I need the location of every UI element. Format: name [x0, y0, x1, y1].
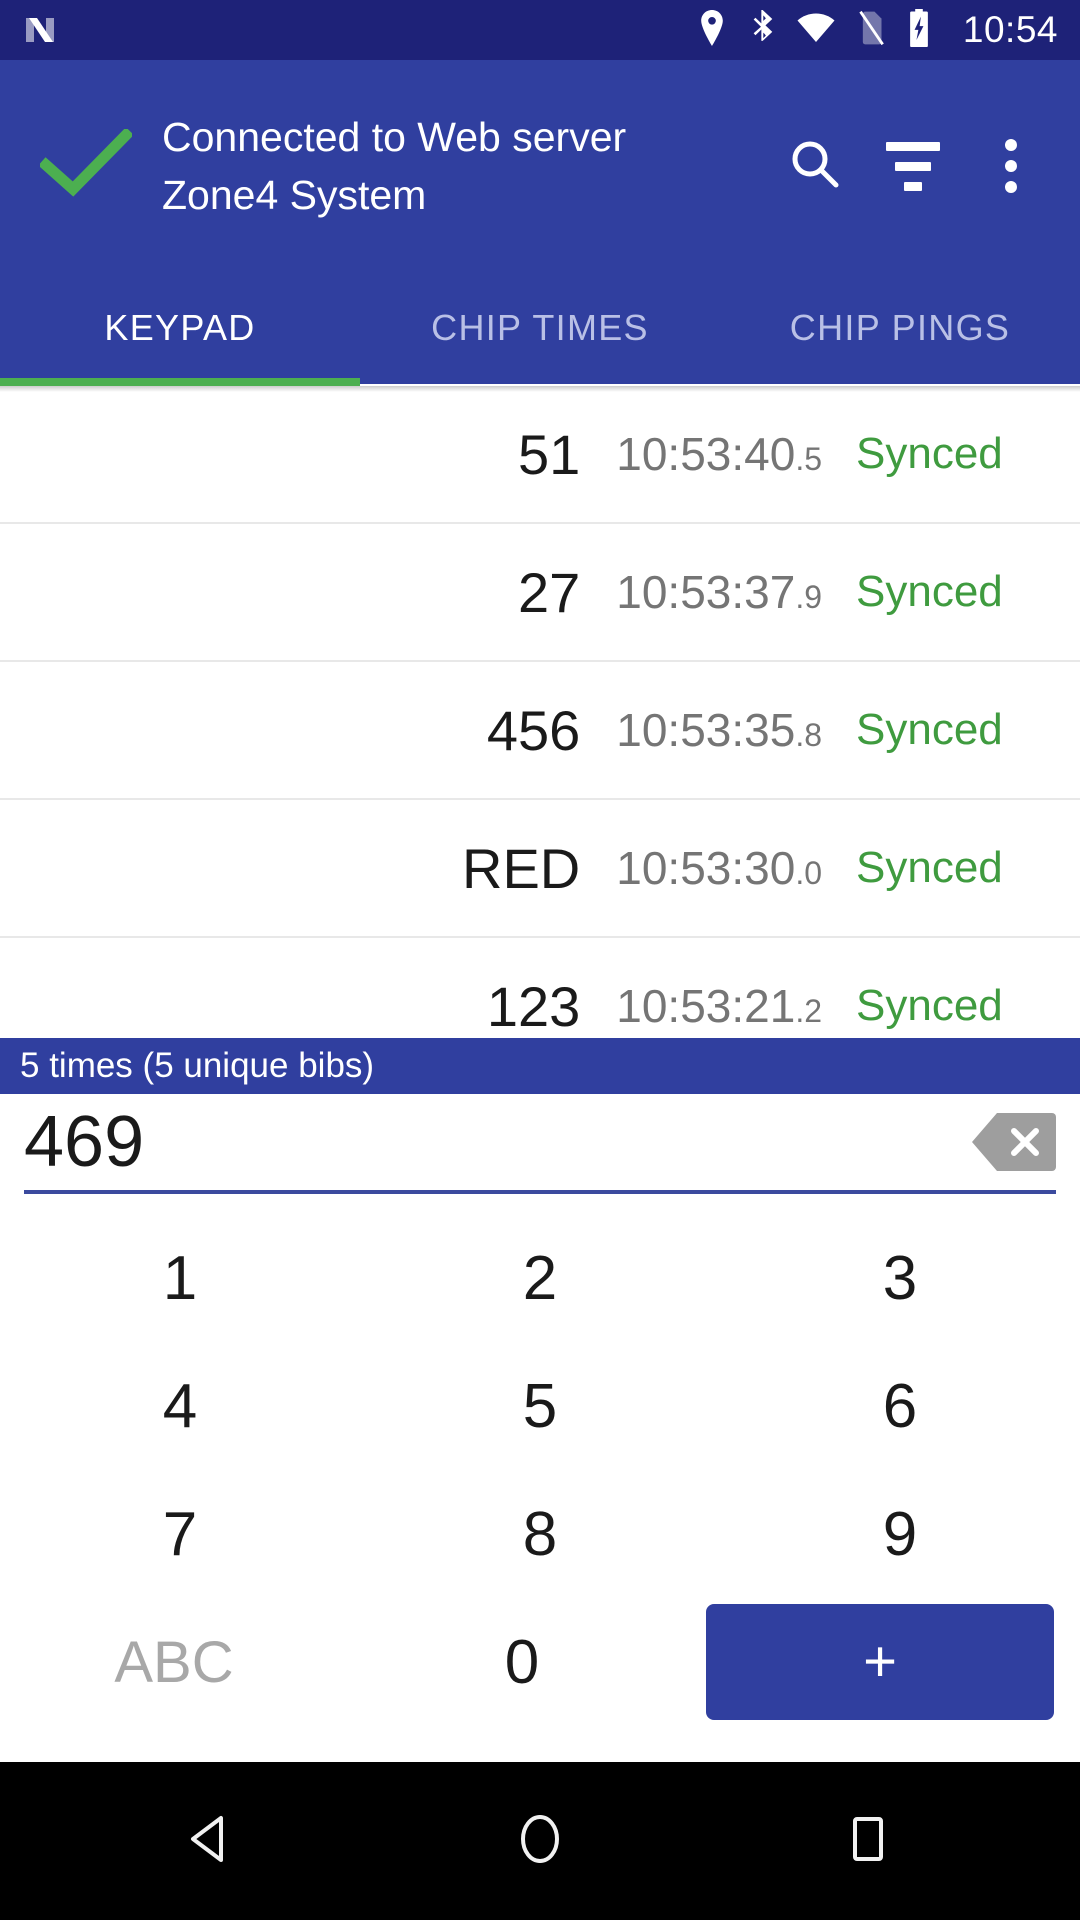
- table-row[interactable]: RED 10:53:30.0 Synced: [0, 800, 1080, 938]
- filter-button[interactable]: [864, 117, 962, 215]
- nav-back-button[interactable]: [164, 1793, 260, 1889]
- bluetooth-icon: [749, 9, 775, 51]
- keypad-summary-bar: 5 times (5 unique bibs): [0, 1038, 1080, 1094]
- table-row[interactable]: 27 10:53:37.9 Synced: [0, 524, 1080, 662]
- tab-chip-pings[interactable]: CHIP PINGS: [720, 272, 1080, 384]
- add-button[interactable]: +: [706, 1604, 1054, 1720]
- key-6[interactable]: 6: [720, 1342, 1080, 1470]
- tab-bar: KEYPAD CHIP TIMES CHIP PINGS: [0, 272, 1080, 384]
- keypad-row-4: ABC 0 +: [0, 1598, 1080, 1726]
- key-7[interactable]: 7: [0, 1470, 360, 1598]
- backspace-icon: [970, 1113, 1056, 1177]
- key-abc[interactable]: ABC: [0, 1598, 348, 1726]
- tab-keypad[interactable]: KEYPAD: [0, 272, 360, 384]
- key-2[interactable]: 2: [360, 1214, 720, 1342]
- search-icon: [787, 136, 843, 197]
- keypad-summary-label: 5 times (5 unique bibs): [20, 1046, 375, 1085]
- android-n-logo: [20, 10, 60, 50]
- tab-chip-times[interactable]: CHIP TIMES: [360, 272, 720, 384]
- keypad-panel: 469 1 2 3 4 5 6 7 8 9 ABC 0 +: [0, 1094, 1080, 1762]
- filter-icon: [886, 141, 940, 191]
- status-bar-left: [20, 10, 697, 50]
- android-nav-bar: [0, 1762, 1080, 1920]
- battery-charging-icon: [907, 8, 931, 52]
- tab-active-indicator: [0, 378, 360, 386]
- times-list[interactable]: 51 10:53:40.5 Synced 27 10:53:37.9 Synce…: [0, 386, 1080, 1040]
- bib-input-row[interactable]: 469: [24, 1094, 1056, 1194]
- keypad-keys: 1 2 3 4 5 6 7 8 9 ABC 0 +: [0, 1214, 1080, 1726]
- bib-input-value[interactable]: 469: [24, 1092, 970, 1192]
- row-status: Synced: [856, 429, 1003, 478]
- sim-off-icon: [857, 10, 885, 51]
- add-button-cell: +: [696, 1598, 1080, 1726]
- row-bib: RED: [462, 836, 581, 900]
- tab-chip-times-label: CHIP TIMES: [431, 307, 649, 348]
- row-bib: 456: [486, 698, 581, 762]
- keypad-row-2: 4 5 6: [0, 1342, 1080, 1470]
- recents-icon: [839, 1810, 897, 1873]
- app-bar-title: Connected to Web server Zone4 System: [150, 108, 766, 224]
- back-icon: [183, 1810, 241, 1873]
- row-status: Synced: [856, 981, 1003, 1030]
- key-3[interactable]: 3: [720, 1214, 1080, 1342]
- home-icon: [511, 1810, 569, 1873]
- app-bar-title-line1: Connected to Web server: [162, 114, 627, 160]
- status-bar: 10:54: [0, 0, 1080, 60]
- check-icon: [38, 126, 134, 204]
- table-row[interactable]: 51 10:53:40.5 Synced: [0, 386, 1080, 524]
- keypad-row-1: 1 2 3: [0, 1214, 1080, 1342]
- tab-keypad-label: KEYPAD: [104, 307, 256, 348]
- app-bar: Connected to Web server Zone4 System: [0, 60, 1080, 272]
- location-icon: [697, 9, 727, 51]
- row-bib: 27: [517, 560, 581, 624]
- overflow-menu-button[interactable]: [962, 117, 1060, 215]
- row-status: Synced: [856, 705, 1003, 754]
- status-bar-clock: 10:54: [962, 9, 1058, 50]
- nav-home-button[interactable]: [492, 1793, 588, 1889]
- tab-chip-pings-label: CHIP PINGS: [789, 307, 1011, 348]
- row-bib: 51: [517, 422, 581, 486]
- wifi-icon: [797, 13, 835, 48]
- phone-screen: 10:54 Connected to Web server Zone4 Syst…: [0, 0, 1080, 1920]
- app-bar-title-line2: Zone4 System: [162, 172, 427, 218]
- nav-recents-button[interactable]: [820, 1793, 916, 1889]
- key-0[interactable]: 0: [348, 1598, 696, 1726]
- backspace-button[interactable]: [970, 1111, 1056, 1173]
- search-button[interactable]: [766, 117, 864, 215]
- overflow-menu-icon: [1005, 139, 1017, 193]
- app-bar-actions: [766, 117, 1060, 215]
- table-row[interactable]: 456 10:53:35.8 Synced: [0, 662, 1080, 800]
- row-time: 10:53:35.8: [616, 704, 822, 756]
- table-row[interactable]: 123 10:53:21.2 Synced: [0, 938, 1080, 1040]
- row-status: Synced: [856, 843, 1003, 892]
- row-time: 10:53:30.0: [616, 842, 822, 894]
- key-9[interactable]: 9: [720, 1470, 1080, 1598]
- connection-status-icon-wrap: [38, 126, 150, 204]
- key-5[interactable]: 5: [360, 1342, 720, 1470]
- row-bib: 123: [486, 974, 581, 1038]
- row-time: 10:53:21.2: [616, 980, 822, 1032]
- row-time: 10:53:40.5: [616, 428, 822, 480]
- key-8[interactable]: 8: [360, 1470, 720, 1598]
- keypad-row-3: 7 8 9: [0, 1470, 1080, 1598]
- status-bar-right: 10:54: [697, 8, 1058, 52]
- row-time: 10:53:37.9: [616, 566, 822, 618]
- key-4[interactable]: 4: [0, 1342, 360, 1470]
- row-status: Synced: [856, 567, 1003, 616]
- key-1[interactable]: 1: [0, 1214, 360, 1342]
